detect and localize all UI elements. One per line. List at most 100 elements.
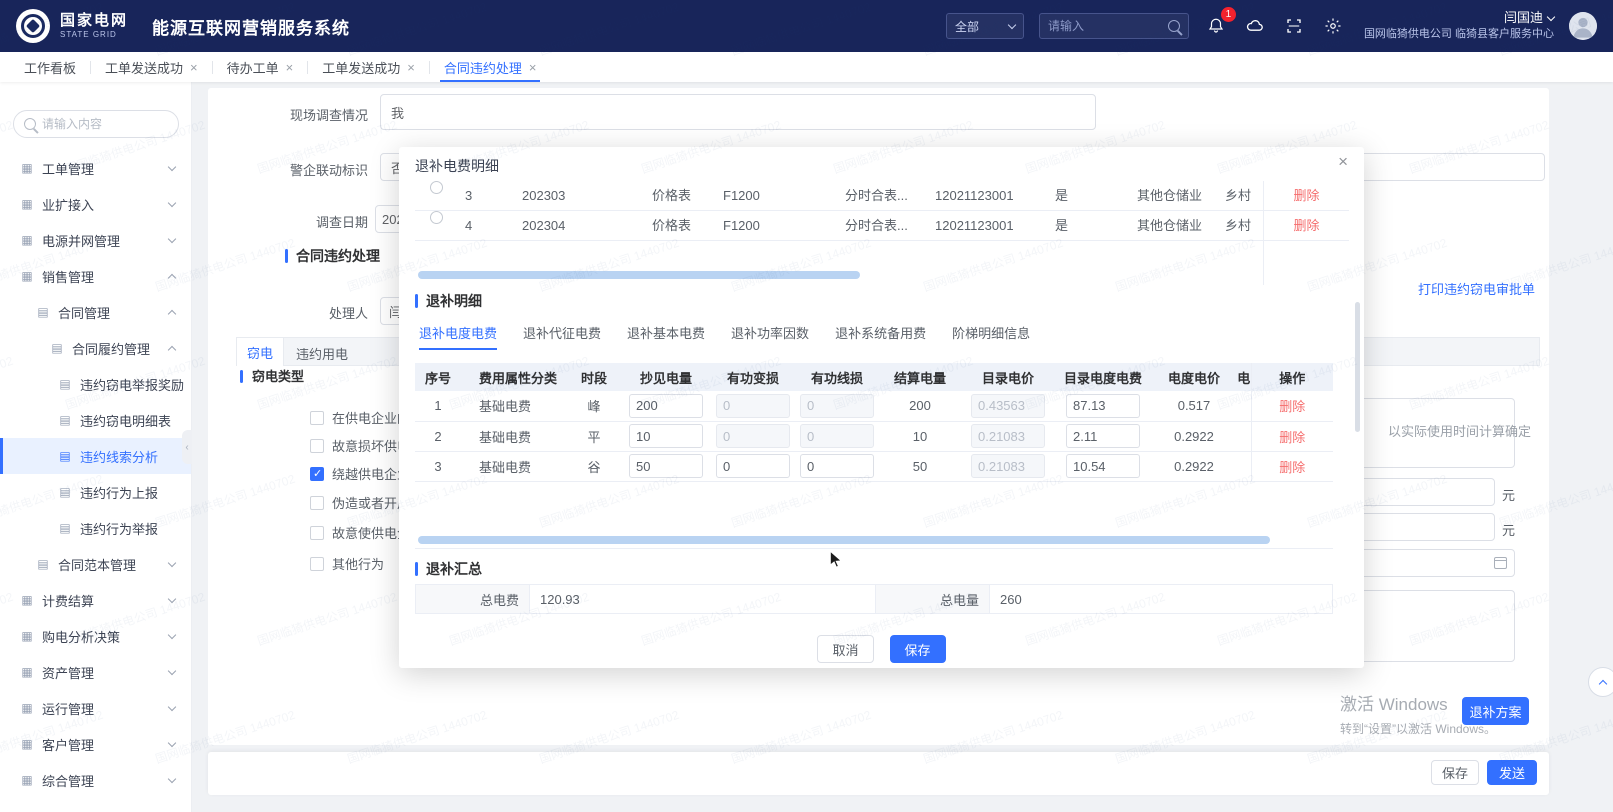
horizontal-scrollbar[interactable] bbox=[418, 536, 1270, 544]
read-qty-input[interactable] bbox=[629, 454, 703, 478]
row-radio[interactable] bbox=[430, 211, 443, 224]
avatar[interactable] bbox=[1569, 12, 1597, 40]
chevron-down-icon bbox=[1547, 13, 1555, 21]
sidebar-item-breach-clue-analysis[interactable]: 违约线索分析 bbox=[0, 438, 191, 474]
sidebar-item-contract-mgmt[interactable]: 合同管理 bbox=[0, 294, 191, 330]
theft-type-title: 窃电类型 bbox=[252, 366, 304, 385]
tab-workorder-sent-1[interactable]: 工单发送成功× bbox=[91, 52, 212, 82]
list-fee-input[interactable] bbox=[1066, 424, 1140, 448]
tab-theft[interactable]: 窃电 bbox=[236, 337, 284, 366]
refund-month-row[interactable]: 4 202304 价格表 F1200 分时合表... 12021123001 是… bbox=[415, 211, 1333, 241]
global-search-input[interactable] bbox=[1048, 19, 1162, 33]
fullscreen-button[interactable] bbox=[1282, 14, 1306, 38]
delete-row-link[interactable]: 删除 bbox=[1279, 399, 1305, 414]
close-icon[interactable]: × bbox=[286, 60, 294, 75]
read-qty-input[interactable] bbox=[629, 424, 703, 448]
read-qty-input[interactable] bbox=[629, 394, 703, 418]
checkbox-theft-type-1[interactable]: 故意损坏供电 bbox=[310, 436, 410, 455]
sidebar-item-power-purchase-analysis[interactable]: 购电分析决策 bbox=[0, 618, 191, 654]
detail-tabs: 退补电度电费 退补代征电费 退补基本电费 退补功率因数 退补系统备用费 阶梯明细… bbox=[419, 323, 1030, 350]
vertical-scrollbar[interactable] bbox=[1355, 302, 1360, 432]
global-search[interactable] bbox=[1039, 13, 1189, 39]
checkbox-theft-type-2[interactable]: 绕越供电企业 bbox=[310, 464, 410, 483]
sidebar-item-operation-mgmt[interactable]: 运行管理 bbox=[0, 690, 191, 726]
search-scope-select[interactable]: 全部 bbox=[946, 13, 1024, 39]
checkbox-icon bbox=[310, 439, 324, 453]
module-icon bbox=[20, 629, 34, 643]
survey-input[interactable] bbox=[380, 94, 1096, 130]
refund-month-row[interactable]: 3 202303 价格表 F1200 分时合表... 12021123001 是… bbox=[415, 181, 1333, 211]
sidebar-item-billing-settlement[interactable]: 计费结算 bbox=[0, 582, 191, 618]
delete-row-link[interactable]: 删除 bbox=[1293, 188, 1319, 203]
sidebar-search-input[interactable] bbox=[42, 117, 168, 131]
checkbox-theft-type-0[interactable]: 在供电企业的 bbox=[310, 408, 410, 427]
sidebar-item-sales-mgmt[interactable]: 销售管理 bbox=[0, 258, 191, 294]
tab-refund-collection-fee[interactable]: 退补代征电费 bbox=[523, 323, 601, 350]
calendar-icon[interactable] bbox=[1494, 557, 1507, 569]
doc-icon bbox=[58, 413, 72, 427]
tab-refund-power-factor[interactable]: 退补功率因数 bbox=[731, 323, 809, 350]
sidebar-search[interactable] bbox=[13, 110, 179, 138]
horizontal-scrollbar[interactable] bbox=[418, 271, 860, 279]
sidebar-item-business-expansion[interactable]: 业扩接入 bbox=[0, 186, 191, 222]
page-save-button[interactable]: 保存 bbox=[1431, 760, 1479, 785]
module-icon bbox=[20, 701, 34, 715]
chevron-down-icon bbox=[168, 198, 176, 206]
settings-button[interactable] bbox=[1321, 14, 1345, 38]
list-fee-input[interactable] bbox=[1066, 454, 1140, 478]
modal-close-icon[interactable]: × bbox=[1338, 152, 1348, 172]
cloud-sync-button[interactable] bbox=[1243, 14, 1267, 38]
close-icon[interactable]: × bbox=[190, 60, 198, 75]
tab-contract-breach-active[interactable]: 合同违约处理× bbox=[430, 52, 551, 82]
tab-ladder-detail-info[interactable]: 阶梯明细信息 bbox=[952, 323, 1030, 350]
tab-refund-energy-fee[interactable]: 退补电度电费 bbox=[419, 323, 497, 350]
app-root: 国家电网 STATE GRID 能源互联网营销服务系统 全部 1 bbox=[0, 0, 1613, 812]
module-icon bbox=[20, 773, 34, 787]
var-loss-input[interactable] bbox=[716, 454, 790, 478]
sidebar-collapse-handle[interactable]: ‹ bbox=[182, 430, 192, 464]
modal-save-button[interactable]: 保存 bbox=[890, 635, 946, 663]
tab-refund-system-reserve-fee[interactable]: 退补系统备用费 bbox=[835, 323, 926, 350]
sidebar-item-contract-performance-mgmt[interactable]: 合同履约管理 bbox=[0, 330, 191, 366]
delete-row-link[interactable]: 删除 bbox=[1293, 218, 1319, 233]
sidebar-item-breach-behavior-tipoff[interactable]: 违约行为举报 bbox=[0, 510, 191, 546]
row-radio[interactable] bbox=[430, 181, 443, 194]
tab-label: 工单发送成功 bbox=[322, 58, 400, 77]
tab-dashboard[interactable]: 工作看板 bbox=[10, 52, 90, 82]
doc-icon bbox=[36, 305, 50, 319]
notifications-button[interactable]: 1 bbox=[1204, 14, 1228, 38]
back-to-top-button[interactable] bbox=[1588, 667, 1613, 697]
search-icon[interactable] bbox=[1168, 20, 1180, 32]
delete-row-link[interactable]: 删除 bbox=[1279, 430, 1305, 445]
list-fee-input[interactable] bbox=[1066, 394, 1140, 418]
refund-plan-button[interactable]: 退补方案 bbox=[1462, 697, 1529, 725]
tab-breach-usage[interactable]: 违约用电 bbox=[296, 344, 348, 363]
sidebar-item-customer-mgmt[interactable]: 客户管理 bbox=[0, 726, 191, 762]
checkbox-theft-type-5[interactable]: 其他行为 bbox=[310, 554, 384, 573]
line-loss-input[interactable] bbox=[800, 454, 874, 478]
cancel-button[interactable]: 取消 bbox=[817, 635, 873, 663]
print-approval-link[interactable]: 打印违约窃电审批单 bbox=[1418, 279, 1535, 298]
sidebar-item-breach-theft-detail-table[interactable]: 违约窃电明细表 bbox=[0, 402, 191, 438]
page-send-button[interactable]: 发送 bbox=[1487, 760, 1537, 785]
checkbox-theft-type-3[interactable]: 伪造或者开启 bbox=[310, 493, 410, 512]
sidebar-item-comprehensive-mgmt[interactable]: 综合管理 bbox=[0, 762, 191, 798]
close-icon[interactable]: × bbox=[407, 60, 415, 75]
tab-refund-basic-fee[interactable]: 退补基本电费 bbox=[627, 323, 705, 350]
chevron-down-icon bbox=[168, 234, 176, 242]
sidebar-item-asset-mgmt[interactable]: 资产管理 bbox=[0, 654, 191, 690]
sidebar-item-power-grid-connection[interactable]: 电源并网管理 bbox=[0, 222, 191, 258]
sidebar-item-breach-theft-report-reward[interactable]: 违约窃电举报奖励 bbox=[0, 366, 191, 402]
sidebar-item-breach-behavior-report[interactable]: 违约行为上报 bbox=[0, 474, 191, 510]
close-icon[interactable]: × bbox=[529, 60, 537, 75]
unit-yuan-1: 元 bbox=[1502, 485, 1515, 504]
sidebar-item-work-order-mgmt[interactable]: 工单管理 bbox=[0, 150, 191, 186]
user-menu[interactable]: 闫国迪 bbox=[1364, 10, 1554, 27]
checkbox-theft-type-4[interactable]: 故意使供电企 bbox=[310, 523, 410, 542]
delete-row-link[interactable]: 删除 bbox=[1279, 460, 1305, 475]
checkbox-label: 其他行为 bbox=[332, 554, 384, 573]
tab-workorder-sent-2[interactable]: 工单发送成功 × bbox=[308, 52, 429, 82]
tab-todo-workorders[interactable]: 待办工单× bbox=[213, 52, 308, 82]
col-cut: 电 bbox=[1237, 363, 1251, 391]
sidebar-item-contract-template-mgmt[interactable]: 合同范本管理 bbox=[0, 546, 191, 582]
